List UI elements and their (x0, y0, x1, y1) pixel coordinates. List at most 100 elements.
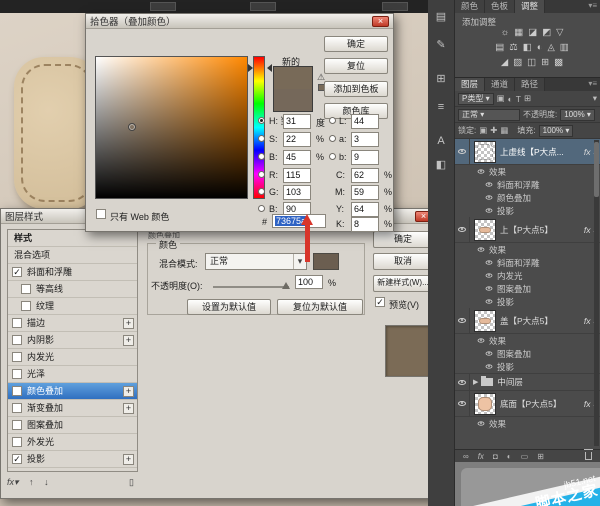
layer-thumbnail[interactable] (474, 393, 496, 415)
checkbox-checked-icon[interactable]: ✓ (12, 267, 22, 277)
fx-badge-icon[interactable]: fx (581, 399, 594, 409)
b-field[interactable]: 45 (283, 150, 311, 165)
eye-icon[interactable] (486, 364, 493, 368)
photo-filter-icon[interactable]: ◐ (537, 42, 543, 53)
radio-l[interactable] (329, 117, 336, 124)
a-field[interactable]: 3 (351, 132, 379, 147)
checkbox-checked-icon[interactable]: ✓ (12, 454, 22, 464)
reset-button[interactable]: 复位 (324, 58, 388, 74)
eye-icon[interactable] (478, 421, 485, 425)
radio-b2[interactable] (258, 205, 265, 212)
color-balance-icon[interactable]: ⚖ (509, 42, 518, 53)
style-item-bevel-emboss[interactable]: ✓斜面和浮雕 (8, 264, 137, 281)
radio-lab-b[interactable] (329, 153, 336, 160)
effect-row[interactable]: 斜面和浮雕 (455, 178, 600, 191)
opacity-value-field[interactable]: 100 (295, 275, 323, 289)
threshold-icon[interactable]: ◫ (527, 57, 536, 68)
stroke-panel-icon[interactable]: ≡ (433, 100, 449, 115)
black-white-icon[interactable]: ◧ (523, 42, 532, 53)
filter-kind-dropdown[interactable]: P类型 ▾ (458, 93, 494, 105)
character-panel-icon[interactable]: A (433, 134, 449, 149)
checkbox-icon[interactable] (21, 284, 31, 294)
link-layers-icon[interactable]: ∞ (463, 452, 469, 461)
saturation-brightness-field[interactable] (95, 56, 248, 199)
style-item-contour[interactable]: 等高线 (8, 281, 137, 298)
blend-mode-dropdown[interactable]: 正常 ▾ (205, 253, 307, 270)
radio-b[interactable] (258, 153, 265, 160)
brightness-contrast-icon[interactable]: ☼ (501, 27, 510, 38)
effect-row[interactable]: 投影 (455, 360, 600, 373)
effect-row[interactable]: 投影 (455, 204, 600, 217)
checkbox-checked-icon[interactable]: ✓ (12, 386, 22, 396)
m-field[interactable]: 59 (351, 185, 379, 200)
opacity-slider[interactable] (213, 286, 289, 288)
style-item-color-overlay[interactable]: ✓颜色叠加+ (8, 383, 137, 400)
hue-saturation-icon[interactable]: ▤ (495, 42, 504, 53)
panel-menu-icon[interactable]: ▾≡ (588, 0, 600, 13)
effect-row[interactable]: 颜色叠加 (455, 191, 600, 204)
tab-color[interactable]: 颜色 (455, 0, 485, 13)
vibrance-icon[interactable]: ▽ (556, 27, 563, 38)
layer-opacity-value[interactable]: 100% ▾ (560, 109, 595, 121)
layer-group-row[interactable]: ▶ 中间层 (455, 373, 600, 391)
checkbox-icon[interactable] (12, 420, 22, 430)
h-field[interactable]: 31 (283, 114, 311, 129)
curves-icon[interactable]: ◪ (528, 27, 537, 38)
radio-s[interactable] (258, 135, 265, 142)
preview-checkbox[interactable]: ✓ (375, 297, 385, 307)
style-item-stroke[interactable]: 描边+ (8, 315, 137, 332)
filter-toggle-icon[interactable]: ▾ (593, 93, 597, 104)
color-lookup-icon[interactable]: ▥ (560, 42, 569, 53)
eye-icon[interactable] (486, 286, 493, 290)
add-instance-icon[interactable]: + (123, 403, 134, 414)
layer-row-bottom[interactable]: 底面【P大点5】 fx ▴ (455, 391, 600, 417)
invert-icon[interactable]: ◢ (501, 57, 508, 68)
eye-icon[interactable] (478, 247, 485, 251)
eye-icon[interactable] (486, 260, 493, 264)
add-mask-icon[interactable]: ◘ (493, 452, 498, 461)
style-item-pattern-overlay[interactable]: 图案叠加 (8, 417, 137, 434)
document-tab[interactable] (250, 2, 276, 11)
checkbox-icon[interactable] (12, 318, 22, 328)
ok-button[interactable]: 确定 (373, 231, 433, 248)
opacity-slider-thumb[interactable] (282, 282, 290, 289)
lab-b-field[interactable]: 9 (351, 150, 379, 165)
visibility-toggle[interactable] (455, 391, 470, 416)
channel-mixer-icon[interactable]: ◬ (547, 42, 554, 53)
panel-menu-icon[interactable]: ▾≡ (588, 78, 600, 91)
l-field[interactable]: 44 (351, 114, 379, 129)
tab-channels[interactable]: 通道 (485, 78, 515, 91)
new-group-icon[interactable]: ▭ (521, 452, 529, 461)
layer-blend-mode-dropdown[interactable]: 正常 ▾ (458, 109, 520, 121)
lock-transparent-icon[interactable]: ▣ (479, 125, 487, 136)
effects-header-row[interactable]: 效果 (455, 243, 600, 256)
filter-adjustment-icon[interactable]: ◐ (508, 94, 513, 104)
fx-badge-icon[interactable]: fx (581, 316, 594, 326)
set-default-button[interactable]: 设置为默认值 (187, 299, 271, 315)
add-instance-icon[interactable]: + (123, 318, 134, 329)
effect-row[interactable]: 斜面和浮雕 (455, 256, 600, 269)
effect-row[interactable]: 图案叠加 (455, 282, 600, 295)
overlay-color-swatch[interactable] (313, 253, 339, 270)
effect-row[interactable]: 图案叠加 (455, 347, 600, 360)
fx-menu-icon[interactable]: fx▾ (7, 477, 19, 487)
close-icon[interactable]: × (372, 16, 389, 27)
style-item-inner-shadow[interactable]: 内阴影+ (8, 332, 137, 349)
effects-header-row[interactable]: 效果 (455, 417, 600, 430)
tab-paths[interactable]: 路径 (515, 78, 545, 91)
add-instance-icon[interactable]: + (123, 386, 134, 397)
effect-row[interactable]: 投影 (455, 295, 600, 308)
style-item-satin[interactable]: 光泽 (8, 366, 137, 383)
move-up-icon[interactable]: ↑ (29, 477, 34, 487)
eye-icon[interactable] (486, 208, 493, 212)
eye-icon[interactable] (486, 351, 493, 355)
checkbox-icon[interactable] (12, 335, 22, 345)
radio-r[interactable] (258, 171, 265, 178)
visibility-toggle[interactable] (455, 308, 470, 333)
style-item-gradient-overlay[interactable]: 渐变叠加+ (8, 400, 137, 417)
radio-a[interactable] (329, 135, 336, 142)
layer-thumbnail[interactable] (474, 141, 496, 163)
tab-layers[interactable]: 图层 (455, 78, 485, 91)
add-layer-style-icon[interactable]: fx (478, 452, 484, 461)
posterize-icon[interactable]: ▨ (513, 57, 522, 68)
